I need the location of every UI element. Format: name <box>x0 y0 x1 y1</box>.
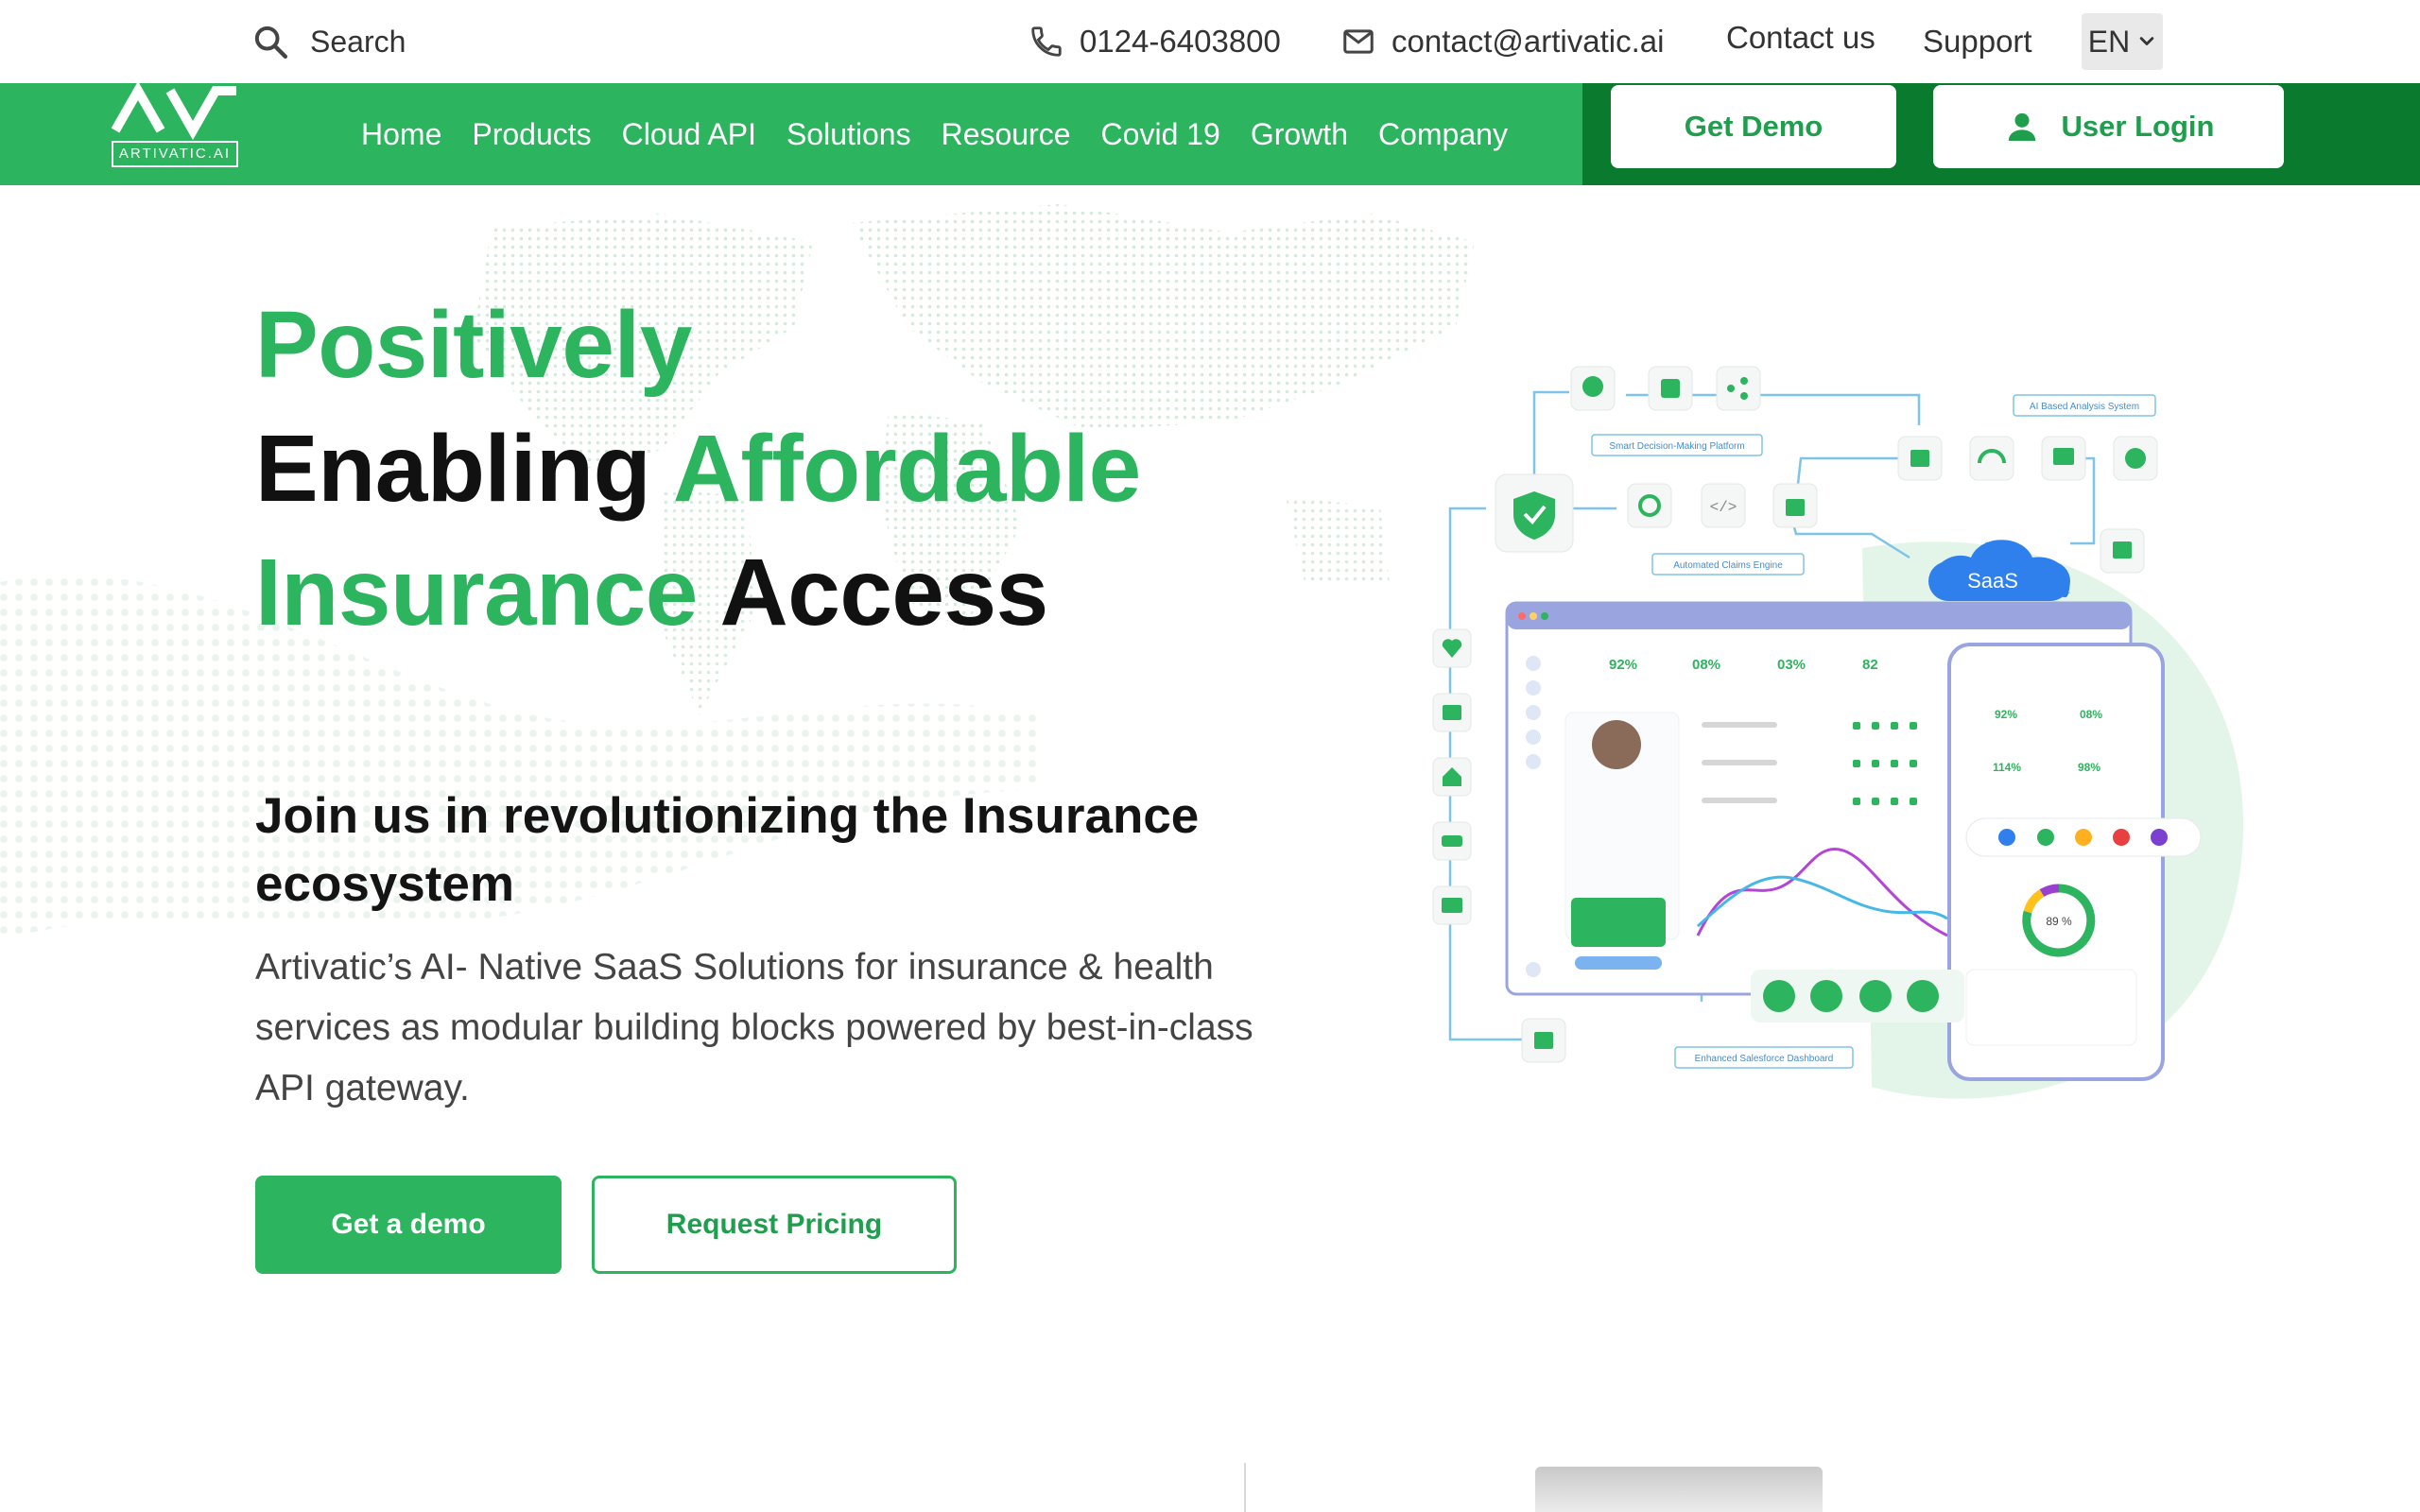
stat-3: 03% <box>1777 657 1806 673</box>
donut-value: 89 % <box>2046 915 2072 928</box>
smart-decision-label: Smart Decision-Making Platform <box>1609 441 1744 452</box>
phone-number: 0124-6403800 <box>1080 24 1281 59</box>
claims-engine-label: Automated Claims Engine <box>1673 560 1783 571</box>
main-navbar: ARTIVATIC.AI Home Products Cloud API Sol… <box>0 80 2420 185</box>
phone-stat-4: 98% <box>2078 761 2100 774</box>
stat-2: 08% <box>1692 657 1720 673</box>
phone-stat-1: 92% <box>1995 708 2017 721</box>
email-link[interactable]: contact@artivatic.ai <box>1340 17 1664 66</box>
section-divider <box>1244 1463 1246 1512</box>
phone-link[interactable]: 0124-6403800 <box>1028 17 1281 66</box>
hero-title-line-1: Positively <box>255 292 692 398</box>
support-link[interactable]: Support <box>1923 21 2032 62</box>
nav-menu: Home Products Cloud API Solutions Resour… <box>361 108 1508 161</box>
hero-title-affordable: Affordable <box>672 416 1142 522</box>
search-icon <box>254 26 287 59</box>
search-box[interactable]: Search <box>251 17 406 66</box>
salesforce-label: Enhanced Salesforce Dashboard <box>1695 1054 1834 1064</box>
request-pricing-button[interactable]: Request Pricing <box>592 1176 957 1274</box>
stat-1: 92% <box>1609 657 1637 673</box>
user-icon <box>2008 112 2035 141</box>
nav-item-covid-19[interactable]: Covid 19 <box>1101 108 1220 161</box>
top-utility-bar: Search 0124-6403800 contact@artivatic.ai… <box>0 0 2420 83</box>
stat-4: 82 <box>1862 657 1878 673</box>
ai-analysis-label: AI Based Analysis System <box>2030 402 2139 412</box>
hero-subtitle: Join us in revolutionizing the Insurance… <box>255 788 1200 912</box>
phone-icon <box>1031 26 1062 57</box>
svg-text:</>: </> <box>1710 499 1737 516</box>
logo-text: ARTIVATIC.AI <box>118 146 232 162</box>
nav-item-home[interactable]: Home <box>361 108 441 161</box>
hero-title-access: Access <box>719 540 1048 645</box>
nav-item-company[interactable]: Company <box>1378 108 1508 161</box>
contact-us-link[interactable]: Contact us <box>1726 17 1876 59</box>
hero-title: Positively Enabling Affordable Insurance… <box>255 284 1248 655</box>
nav-item-solutions[interactable]: Solutions <box>786 108 911 161</box>
user-login-button[interactable]: User Login <box>1933 85 2284 168</box>
email-address: contact@artivatic.ai <box>1392 24 1665 59</box>
hero-title-insurance: Insurance <box>255 540 720 645</box>
hero-title-enabling: Enabling <box>255 416 673 522</box>
artivatic-logo[interactable]: ARTIVATIC.AI <box>110 80 240 170</box>
chevron-down-icon <box>2139 37 2154 45</box>
module-icons-top <box>1570 366 1761 411</box>
nav-item-products[interactable]: Products <box>472 108 591 161</box>
mail-icon <box>1343 29 1374 54</box>
next-section-image <box>1535 1467 1823 1512</box>
hero-title-line-3: Insurance Access <box>255 531 1248 655</box>
nav-item-resource[interactable]: Resource <box>942 108 1071 161</box>
phone-stat-2: 08% <box>2080 708 2102 721</box>
search-label: Search <box>310 24 406 59</box>
user-login-label: User Login <box>2061 110 2215 143</box>
get-a-demo-button[interactable]: Get a demo <box>255 1176 562 1274</box>
nav-item-growth[interactable]: Growth <box>1251 108 1348 161</box>
phone-stat-3: 114% <box>1993 761 2021 774</box>
language-value: EN <box>2087 24 2131 59</box>
saas-platform-illustration: Smart Decision-Making Platform AI Based … <box>1432 366 2243 1099</box>
language-select[interactable]: EN <box>2082 13 2163 70</box>
get-demo-button[interactable]: Get Demo <box>1611 85 1896 168</box>
hero-description: Artivatic’s AI- Native SaaS Solutions fo… <box>255 947 1253 1108</box>
hero-title-line-2: Enabling Affordable <box>255 407 1248 531</box>
nav-item-cloud-api[interactable]: Cloud API <box>622 108 756 161</box>
saas-label: SaaS <box>1967 569 2018 593</box>
